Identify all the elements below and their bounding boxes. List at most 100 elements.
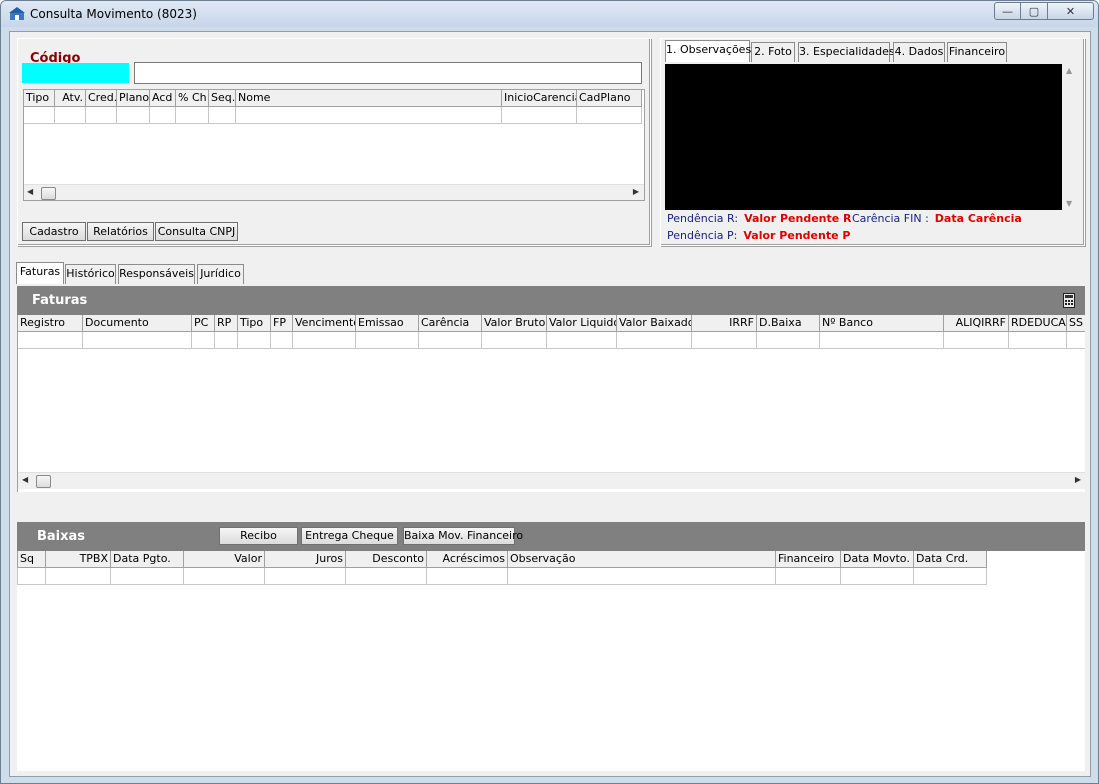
codigo-panel: Código Tipo Atv. Cred. Plano Acd % Ch Se…	[17, 38, 651, 246]
faturas-bar: Faturas	[17, 286, 1085, 315]
col-header[interactable]: SS	[1067, 315, 1085, 332]
col-header[interactable]: Financeiro	[776, 551, 841, 568]
scroll-thumb[interactable]	[36, 475, 51, 488]
col-header[interactable]: Emissao	[356, 315, 419, 332]
table-row[interactable]	[17, 568, 987, 585]
pendencia-p: Pendência P: Valor Pendente P	[667, 229, 850, 242]
scroll-left-icon[interactable]: ◀	[22, 475, 28, 484]
pendencia-r-value: Valor Pendente R	[744, 212, 852, 225]
pendencia-p-label: Pendência P:	[667, 229, 738, 242]
scroll-up-icon[interactable]: ▲	[1066, 66, 1072, 75]
entrega-cheque-button[interactable]: Entrega Cheque	[301, 527, 398, 545]
carencia-label: Carência FIN :	[852, 212, 929, 225]
col-header[interactable]: Data Pgto.	[111, 551, 184, 568]
app-icon	[9, 7, 25, 20]
col-header[interactable]: Vencimento	[293, 315, 356, 332]
scroll-down-icon[interactable]: ▼	[1066, 199, 1072, 208]
col-header[interactable]: Tipo	[24, 90, 55, 107]
col-header[interactable]: Data Crd.	[914, 551, 987, 568]
nome-input[interactable]	[134, 62, 642, 84]
col-header[interactable]: Acd	[150, 90, 176, 107]
col-header[interactable]: Atv.	[55, 90, 86, 107]
col-header[interactable]: TPBX	[46, 551, 111, 568]
faturas-title: Faturas	[32, 293, 88, 308]
grid-header: Registro Documento PC RP Tipo FP Vencime…	[18, 315, 1085, 332]
window-title: Consulta Movimento (8023)	[30, 7, 197, 21]
col-header[interactable]: Observação	[508, 551, 776, 568]
col-header[interactable]: RDEDUCAO	[1009, 315, 1067, 332]
pendencia-p-value: Valor Pendente P	[743, 229, 851, 242]
col-header[interactable]: Juros	[265, 551, 346, 568]
tab-observacoes[interactable]: 1. Observações	[665, 40, 751, 62]
col-header[interactable]: Documento	[83, 315, 192, 332]
col-header[interactable]: Carência	[419, 315, 482, 332]
horizontal-scrollbar[interactable]: ◀ ▶	[18, 472, 1085, 489]
tab-foto[interactable]: 2. Foto	[751, 42, 795, 62]
observacoes-panel: 1. Observações 2. Foto 3. Especialidades…	[660, 38, 1085, 246]
carencia-fin: Carência FIN : Data Carência	[852, 212, 1022, 225]
col-header[interactable]: Registro	[18, 315, 83, 332]
codigo-input[interactable]	[22, 63, 129, 83]
window-controls: — ▢ ✕	[994, 2, 1094, 20]
pendencia-r: Pendência R: Valor Pendente R	[667, 212, 852, 225]
col-header[interactable]: D.Baixa	[757, 315, 820, 332]
tab-especialidades[interactable]: 3. Especialidades	[798, 42, 895, 62]
maximize-button[interactable]: ▢	[1021, 2, 1048, 20]
horizontal-scrollbar[interactable]: ◀ ▶	[24, 184, 644, 200]
vertical-scrollbar[interactable]: ▲ ▼	[1062, 64, 1079, 210]
tab-juridico[interactable]: Jurídico	[197, 264, 244, 284]
col-header[interactable]: Data Movto.	[841, 551, 914, 568]
tab-dados[interactable]: 4. Dados	[893, 42, 945, 62]
tab-financeiro[interactable]: Financeiro	[947, 42, 1007, 62]
main-window: Consulta Movimento (8023) — ▢ ✕ Código T…	[0, 0, 1099, 784]
col-header[interactable]: Valor Liquido	[547, 315, 617, 332]
faturas-grid[interactable]: Registro Documento PC RP Tipo FP Vencime…	[17, 315, 1085, 492]
recibo-button[interactable]: Recibo	[219, 527, 298, 545]
col-header[interactable]: Nº Banco	[820, 315, 944, 332]
col-header[interactable]: Valor Bruto	[482, 315, 547, 332]
title-bar[interactable]: Consulta Movimento (8023) — ▢ ✕	[1, 1, 1098, 27]
calculator-icon[interactable]	[1063, 293, 1075, 308]
observacoes-text[interactable]	[665, 64, 1062, 210]
grid-header: Tipo Atv. Cred. Plano Acd % Ch Seq. Nome…	[24, 90, 642, 107]
baixas-bar: Baixas Recibo Entrega Cheque Baixa Mov. …	[17, 522, 1085, 551]
scroll-thumb[interactable]	[41, 187, 56, 200]
col-header[interactable]: Valor Baixado	[617, 315, 692, 332]
baixas-grid[interactable]: Sq TPBX Data Pgto. Valor Juros Desconto …	[17, 551, 1085, 771]
col-header[interactable]: InicioCarencia	[502, 90, 577, 107]
cadastro-button[interactable]: Cadastro	[22, 222, 86, 241]
col-header[interactable]: Plano	[117, 90, 150, 107]
col-header[interactable]: Acréscimos	[427, 551, 508, 568]
baixa-mov-financeiro-button[interactable]: Baixa Mov. Financeiro	[403, 527, 523, 545]
col-header[interactable]: Nome	[236, 90, 502, 107]
relatorios-button[interactable]: Relatórios	[87, 222, 154, 241]
consulta-cnpj-button[interactable]: Consulta CNPJ	[155, 222, 238, 241]
scroll-left-icon[interactable]: ◀	[27, 187, 33, 196]
tab-faturas[interactable]: Faturas	[16, 262, 64, 284]
tab-historico[interactable]: Histórico	[65, 264, 116, 284]
col-header[interactable]: PC	[192, 315, 215, 332]
scroll-right-icon[interactable]: ▶	[633, 187, 639, 196]
col-header[interactable]: IRRF	[692, 315, 757, 332]
col-header[interactable]: FP	[271, 315, 293, 332]
minimize-button[interactable]: —	[994, 2, 1021, 20]
scroll-right-icon[interactable]: ▶	[1075, 475, 1081, 484]
col-header[interactable]: % Ch	[176, 90, 209, 107]
table-row[interactable]	[24, 107, 642, 124]
col-header[interactable]: Sq	[18, 551, 46, 568]
col-header[interactable]: RP	[215, 315, 238, 332]
col-header[interactable]: Cred.	[86, 90, 117, 107]
table-row[interactable]	[18, 332, 1085, 349]
col-header[interactable]: Desconto	[346, 551, 427, 568]
tab-responsaveis[interactable]: Responsáveis	[118, 264, 195, 284]
col-header[interactable]: Valor	[184, 551, 265, 568]
pendencia-r-label: Pendência R:	[667, 212, 739, 225]
col-header[interactable]: ALIQIRRF	[944, 315, 1009, 332]
beneficiarios-grid[interactable]: Tipo Atv. Cred. Plano Acd % Ch Seq. Nome…	[23, 89, 645, 201]
close-button[interactable]: ✕	[1048, 2, 1094, 20]
col-header[interactable]: Seq.	[209, 90, 236, 107]
grid-header: Sq TPBX Data Pgto. Valor Juros Desconto …	[17, 551, 987, 568]
col-header[interactable]: Tipo	[238, 315, 271, 332]
baixas-title: Baixas	[37, 529, 86, 544]
col-header[interactable]: CadPlano	[577, 90, 642, 107]
